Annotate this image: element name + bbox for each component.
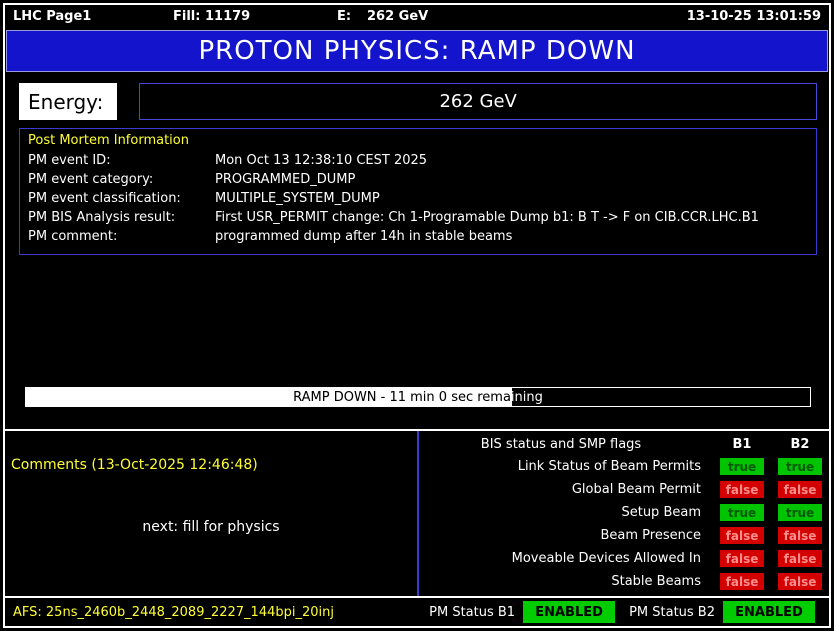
mode-banner: PROTON PHYSICS: RAMP DOWN	[6, 30, 828, 72]
datetime: 13-10-25 13:01:59	[686, 9, 821, 24]
bis-smp-panel: BIS status and SMP flags B1 B2 Link Stat…	[419, 431, 829, 596]
pm-row-label: PM BIS Analysis result:	[28, 210, 176, 225]
pm-row: PM event category: PROGRAMMED_DUMP	[28, 170, 808, 189]
energy-gap	[117, 83, 139, 120]
bis-row: Beam Presence false false	[419, 524, 829, 547]
bis-row-label: Beam Presence	[600, 528, 701, 543]
bis-row-label: Stable Beams	[611, 574, 701, 589]
pm-row-value: First USR_PERMIT change: Ch 1-Programabl…	[215, 210, 759, 225]
pm-row-label: PM event ID:	[28, 153, 111, 168]
pm-row-label: PM event classification:	[28, 191, 181, 206]
bis-badge: true	[720, 504, 764, 521]
energy-label: Energy:	[19, 83, 118, 120]
bis-row-label: Global Beam Permit	[571, 482, 701, 497]
pm-row-value: MULTIPLE_SYSTEM_DUMP	[215, 191, 380, 206]
bis-row: Moveable Devices Allowed In false false	[419, 547, 829, 570]
bis-row-label: Moveable Devices Allowed In	[511, 551, 701, 566]
bis-badge: true	[778, 504, 822, 521]
energy-row: Energy: 262 GeV	[19, 83, 817, 120]
footer-bar: AFS: 25ns_2460b_2448_2089_2227_144bpi_20…	[5, 596, 829, 626]
main-area: Energy: 262 GeV Post Mortem Information …	[5, 72, 829, 429]
energy-prefix: E:	[337, 9, 352, 24]
bis-badge: true	[778, 458, 822, 475]
fill-number: Fill: 11179	[173, 9, 251, 24]
pm-row-value: PROGRAMMED_DUMP	[215, 172, 356, 187]
app-title: LHC Page1	[13, 9, 92, 24]
pm-status-b2-label: PM Status B2	[629, 604, 715, 620]
lhc-page1-frame: LHC Page1 Fill: 11179 E: 262 GeV 13-10-2…	[3, 3, 831, 628]
pm-row-label: PM comment:	[28, 229, 118, 244]
energy-readout: 262 GeV	[367, 9, 429, 24]
pm-row: PM event ID: Mon Oct 13 12:38:10 CEST 20…	[28, 151, 808, 170]
bis-badge: false	[778, 550, 822, 567]
bis-row: Stable Beams false false	[419, 570, 829, 593]
bis-col-b1: B1	[732, 436, 752, 452]
bis-badge: false	[778, 481, 822, 498]
bottom-section: Comments (13-Oct-2025 12:46:48) next: fi…	[5, 429, 829, 596]
comments-panel: Comments (13-Oct-2025 12:46:48) next: fi…	[5, 431, 419, 596]
bis-title: BIS status and SMP flags	[480, 436, 642, 452]
bis-row: Setup Beam true true	[419, 501, 829, 524]
energy-value: 262 GeV	[139, 83, 817, 120]
pm-row-label: PM event category:	[28, 172, 154, 187]
bis-badge: true	[720, 458, 764, 475]
top-status-bar: LHC Page1 Fill: 11179 E: 262 GeV 13-10-2…	[5, 5, 829, 30]
bis-badge: false	[778, 527, 822, 544]
bis-badge: false	[720, 573, 764, 590]
progress-label: RAMP DOWN - 11 min 0 sec remaining	[293, 389, 543, 405]
pm-row: PM event classification: MULTIPLE_SYSTEM…	[28, 189, 808, 208]
bis-row-label: Link Status of Beam Permits	[517, 459, 701, 474]
afs-scheme: AFS: 25ns_2460b_2448_2089_2227_144bpi_20…	[13, 604, 334, 620]
bis-badge: false	[720, 481, 764, 498]
comments-text: next: fill for physics	[142, 519, 280, 535]
pm-status-b1-label: PM Status B1	[429, 604, 516, 620]
pm-row-value: Mon Oct 13 12:38:10 CEST 2025	[215, 153, 428, 168]
bis-badge: false	[778, 573, 822, 590]
comments-title: Comments (13-Oct-2025 12:46:48)	[11, 457, 258, 473]
post-mortem-title: Post Mortem Information	[28, 133, 189, 148]
bis-col-b2: B2	[790, 436, 810, 452]
mode-banner-title: PROTON PHYSICS: RAMP DOWN	[198, 36, 636, 66]
bis-badge: false	[720, 527, 764, 544]
post-mortem-panel: Post Mortem Information PM event ID: Mon…	[19, 128, 817, 255]
bis-row: Global Beam Permit false false	[419, 478, 829, 501]
pm-status-b2-value: ENABLED	[723, 601, 815, 623]
pm-row: PM comment: programmed dump after 14h in…	[28, 227, 808, 246]
bis-row: Link Status of Beam Permits true true	[419, 455, 829, 478]
bis-badge: false	[720, 550, 764, 567]
ramp-down-progress-bar: RAMP DOWN - 11 min 0 sec remaining	[25, 387, 811, 407]
bis-row-label: Setup Beam	[621, 505, 701, 520]
pm-row-value: programmed dump after 14h in stable beam…	[215, 229, 513, 244]
pm-row: PM BIS Analysis result: First USR_PERMIT…	[28, 208, 808, 227]
bis-header-row: BIS status and SMP flags B1 B2	[419, 433, 829, 455]
pm-status-b1-value: ENABLED	[523, 601, 616, 623]
